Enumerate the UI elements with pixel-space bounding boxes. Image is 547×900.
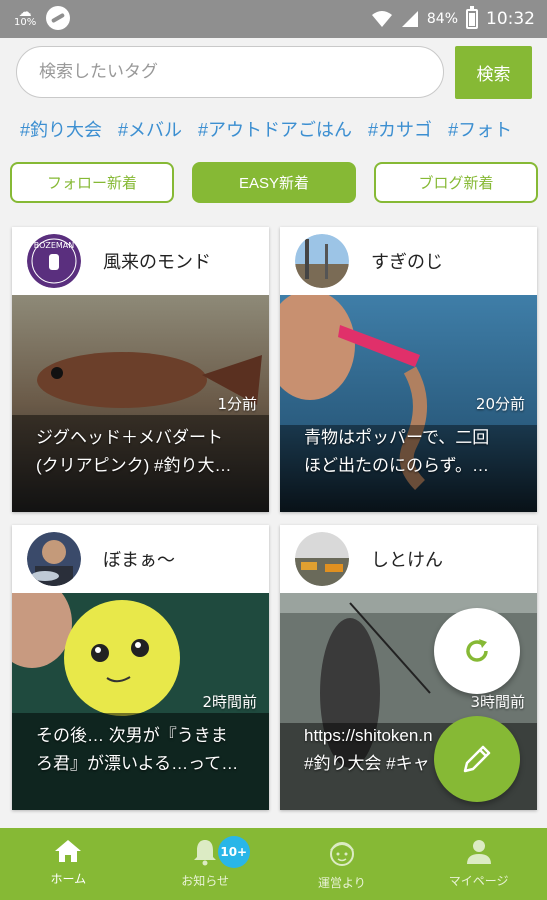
- tag-link[interactable]: #アウトドアごはん: [198, 116, 352, 142]
- card-username[interactable]: しとけん: [371, 546, 443, 572]
- nav-mypage[interactable]: マイページ: [410, 828, 547, 900]
- refresh-button[interactable]: [434, 608, 520, 694]
- temperature-text: 10%: [14, 17, 37, 28]
- popular-tags: #釣り大会 #メバル #アウトドアごはん #カサゴ #フォト: [20, 116, 512, 142]
- wifi-icon: [371, 11, 392, 27]
- signal-icon: [401, 11, 418, 27]
- home-icon: [55, 840, 82, 862]
- post-card[interactable]: すぎのじ 20分前 青物はポッパーで、二回 ほど出たのにのらず。…: [280, 227, 537, 512]
- person-icon: [466, 840, 491, 864]
- avatar[interactable]: [295, 234, 349, 288]
- nav-notifications[interactable]: お知らせ 10+: [137, 828, 274, 900]
- avatar[interactable]: [295, 532, 349, 586]
- notification-badge: 10+: [217, 836, 250, 868]
- nav-from-admin[interactable]: 運営より: [274, 828, 411, 900]
- nav-label: 運営より: [317, 876, 366, 890]
- post-time: 1分前: [217, 395, 257, 413]
- tab-follow-new[interactable]: フォロー新着: [10, 162, 174, 203]
- status-bar: ☁ 10% 84% 10:32: [0, 0, 547, 38]
- avatar-logo-text: BOZEMAN: [34, 241, 75, 250]
- post-excerpt-line: 青物はポッパーで、二回: [304, 428, 490, 447]
- tab-blog-new[interactable]: ブログ新着: [374, 162, 538, 203]
- card-username[interactable]: 風来のモンド: [103, 248, 211, 274]
- post-excerpt-line: ろ君』が漂いよる…って…: [36, 754, 239, 773]
- card-username[interactable]: すぎのじ: [371, 248, 443, 274]
- avatar[interactable]: [27, 532, 81, 586]
- new-post-button[interactable]: [434, 716, 520, 802]
- post-excerpt-line: ジグヘッド＋メバダート: [36, 428, 223, 447]
- post-card[interactable]: ぼまぁ〜 2時間前 その後… 次男が『うきま ろ君』が漂いよる…って…: [12, 525, 269, 810]
- tag-link[interactable]: #カサゴ: [368, 116, 432, 142]
- post-time: 2時間前: [202, 693, 257, 711]
- pencil-icon: [463, 745, 491, 773]
- tag-link[interactable]: #メバル: [118, 116, 182, 142]
- post-card[interactable]: BOZEMAN 風来のモンド 1分前 ジグヘッド＋メバダート (クリアピンク) …: [12, 227, 269, 512]
- nav-label: お知らせ: [181, 874, 229, 888]
- app-notification-icon: [46, 6, 71, 30]
- nav-label: ホーム: [50, 872, 87, 886]
- post-excerpt-line: その後… 次男が『うきま: [36, 726, 228, 745]
- refresh-icon: [466, 639, 488, 662]
- avatar[interactable]: BOZEMAN: [27, 234, 81, 288]
- nav-home[interactable]: ホーム: [0, 828, 137, 900]
- weather-indicator: ☁ 10%: [14, 6, 37, 28]
- post-time: 3時間前: [470, 693, 525, 711]
- clock: 10:32: [486, 9, 535, 29]
- bottom-navigation: ホーム お知らせ 10+ 運営より マイページ: [0, 828, 547, 900]
- post-excerpt: ジグヘッド＋メバダート (クリアピンク) #釣り大…: [36, 424, 256, 480]
- post-excerpt: 青物はポッパーで、二回 ほど出たのにのらず。…: [304, 424, 524, 480]
- post-excerpt: その後… 次男が『うきま ろ君』が漂いよる…って…: [36, 722, 256, 778]
- battery-icon: [466, 6, 478, 29]
- card-username[interactable]: ぼまぁ〜: [103, 546, 175, 572]
- battery-percent: 84%: [426, 11, 458, 27]
- tab-easy-new[interactable]: EASY新着: [192, 162, 356, 203]
- post-time: 20分前: [475, 395, 525, 413]
- post-excerpt-line: ほど出たのにのらず。…: [304, 456, 489, 475]
- bell-icon: [194, 840, 217, 866]
- face-icon: [329, 842, 354, 866]
- tag-link[interactable]: #フォト: [448, 116, 512, 142]
- search-button[interactable]: 検索: [455, 46, 532, 99]
- tag-link[interactable]: #釣り大会: [20, 116, 102, 142]
- search-input[interactable]: [16, 46, 444, 98]
- post-excerpt-line: (クリアピンク) #釣り大…: [36, 456, 232, 475]
- nav-label: マイページ: [448, 874, 509, 888]
